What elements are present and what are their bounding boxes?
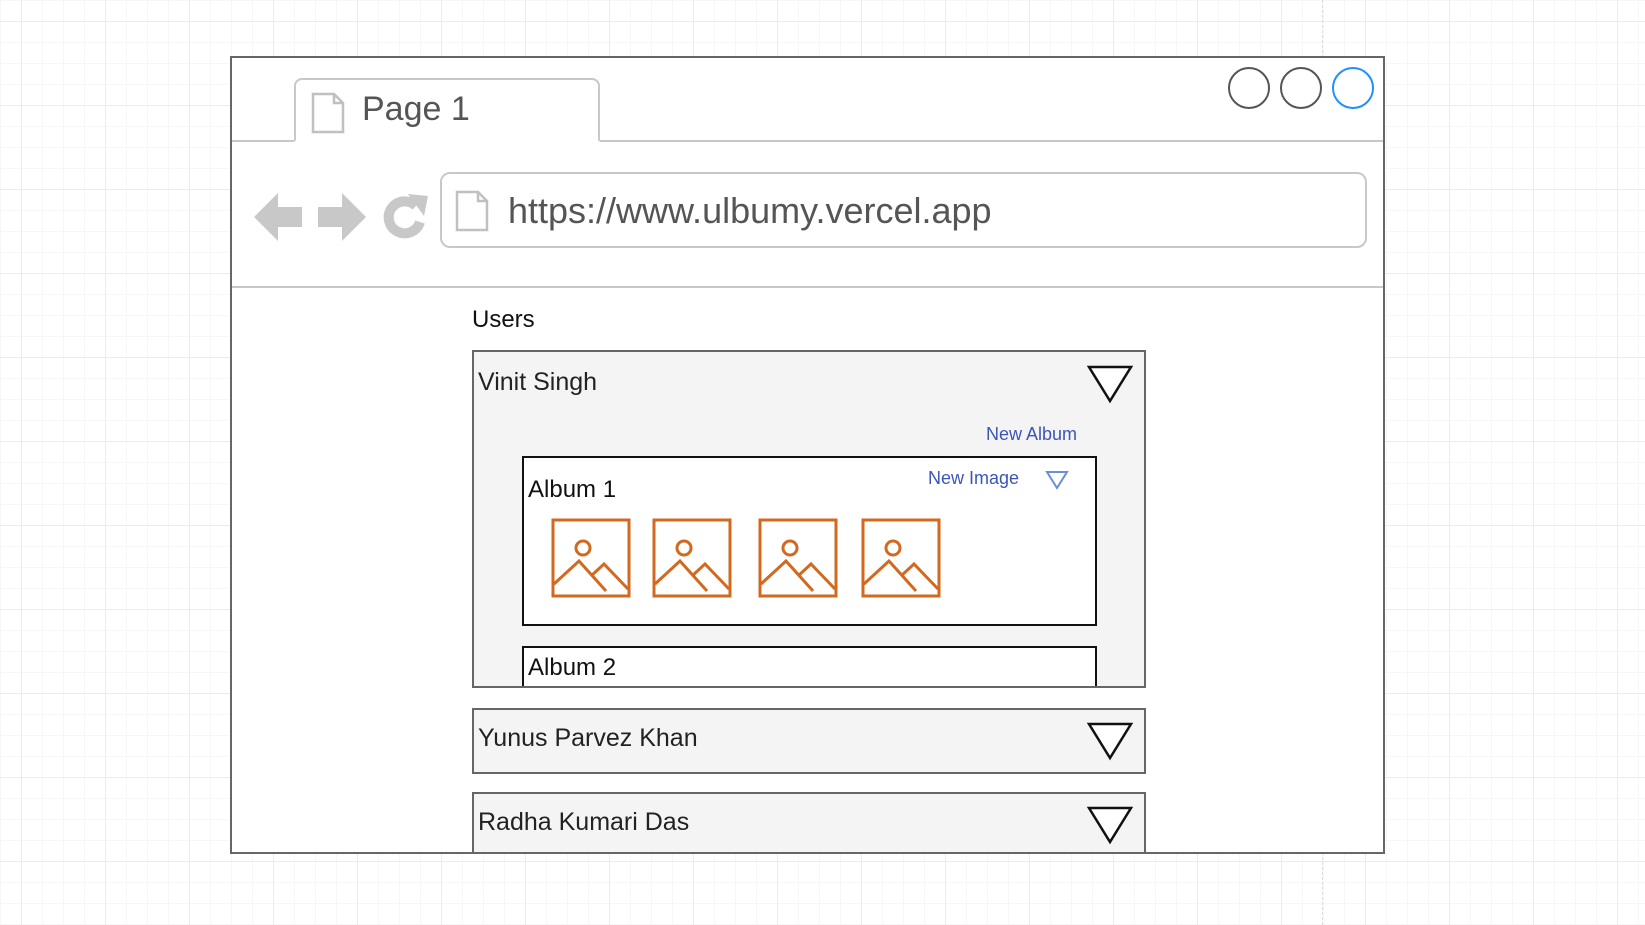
new-album-link[interactable]: New Album <box>986 424 1077 445</box>
user-name: Vinit Singh <box>478 368 598 396</box>
user-name: Yunus Parvez Khan <box>478 724 698 752</box>
section-title: Users <box>472 306 535 333</box>
browser-tab[interactable]: Page 1 <box>294 78 600 142</box>
window-button-3[interactable] <box>1332 67 1374 109</box>
browser-window: Page 1 https://www.ulbumy.vercel.app Use… <box>230 56 1385 854</box>
address-bar[interactable]: https://www.ulbumy.vercel.app <box>440 172 1367 248</box>
navigation-bar: https://www.ulbumy.vercel.app <box>232 142 1383 288</box>
image-placeholder-icon[interactable] <box>551 518 631 598</box>
arrow-right-icon[interactable] <box>316 190 368 244</box>
url-text: https://www.ulbumy.vercel.app <box>508 190 992 231</box>
album-title: Album 2 <box>528 654 617 681</box>
tab-bar: Page 1 <box>232 58 1383 142</box>
window-button-2[interactable] <box>1280 67 1322 109</box>
arrow-left-icon[interactable] <box>252 190 304 244</box>
album-card: Album 1 New Image <box>522 456 1097 626</box>
user-panel: Vinit Singh New Album Album 1 New Image <box>472 350 1146 688</box>
page-icon <box>455 190 489 232</box>
image-placeholder-icon[interactable] <box>652 518 732 598</box>
image-placeholder-icon[interactable] <box>861 518 941 598</box>
reload-icon[interactable] <box>380 190 430 242</box>
album-title: Album 1 <box>528 476 617 503</box>
tab-label: Page 1 <box>362 90 470 128</box>
triangle-down-icon[interactable] <box>1086 364 1134 404</box>
album-card[interactable]: Album 2 <box>522 646 1097 686</box>
triangle-down-icon[interactable] <box>1086 721 1134 761</box>
user-panel[interactable]: Yunus Parvez Khan <box>472 708 1146 774</box>
page-icon <box>311 92 345 134</box>
page-content: Users Vinit Singh New Album Album 1 New … <box>232 288 1383 852</box>
triangle-down-icon[interactable] <box>1086 805 1134 845</box>
user-name: Radha Kumari Das <box>478 808 690 836</box>
window-button-1[interactable] <box>1228 67 1270 109</box>
triangle-down-icon[interactable] <box>1045 470 1069 490</box>
new-image-link[interactable]: New Image <box>928 468 1019 489</box>
user-panel[interactable]: Radha Kumari Das <box>472 792 1146 852</box>
image-placeholder-icon[interactable] <box>758 518 838 598</box>
